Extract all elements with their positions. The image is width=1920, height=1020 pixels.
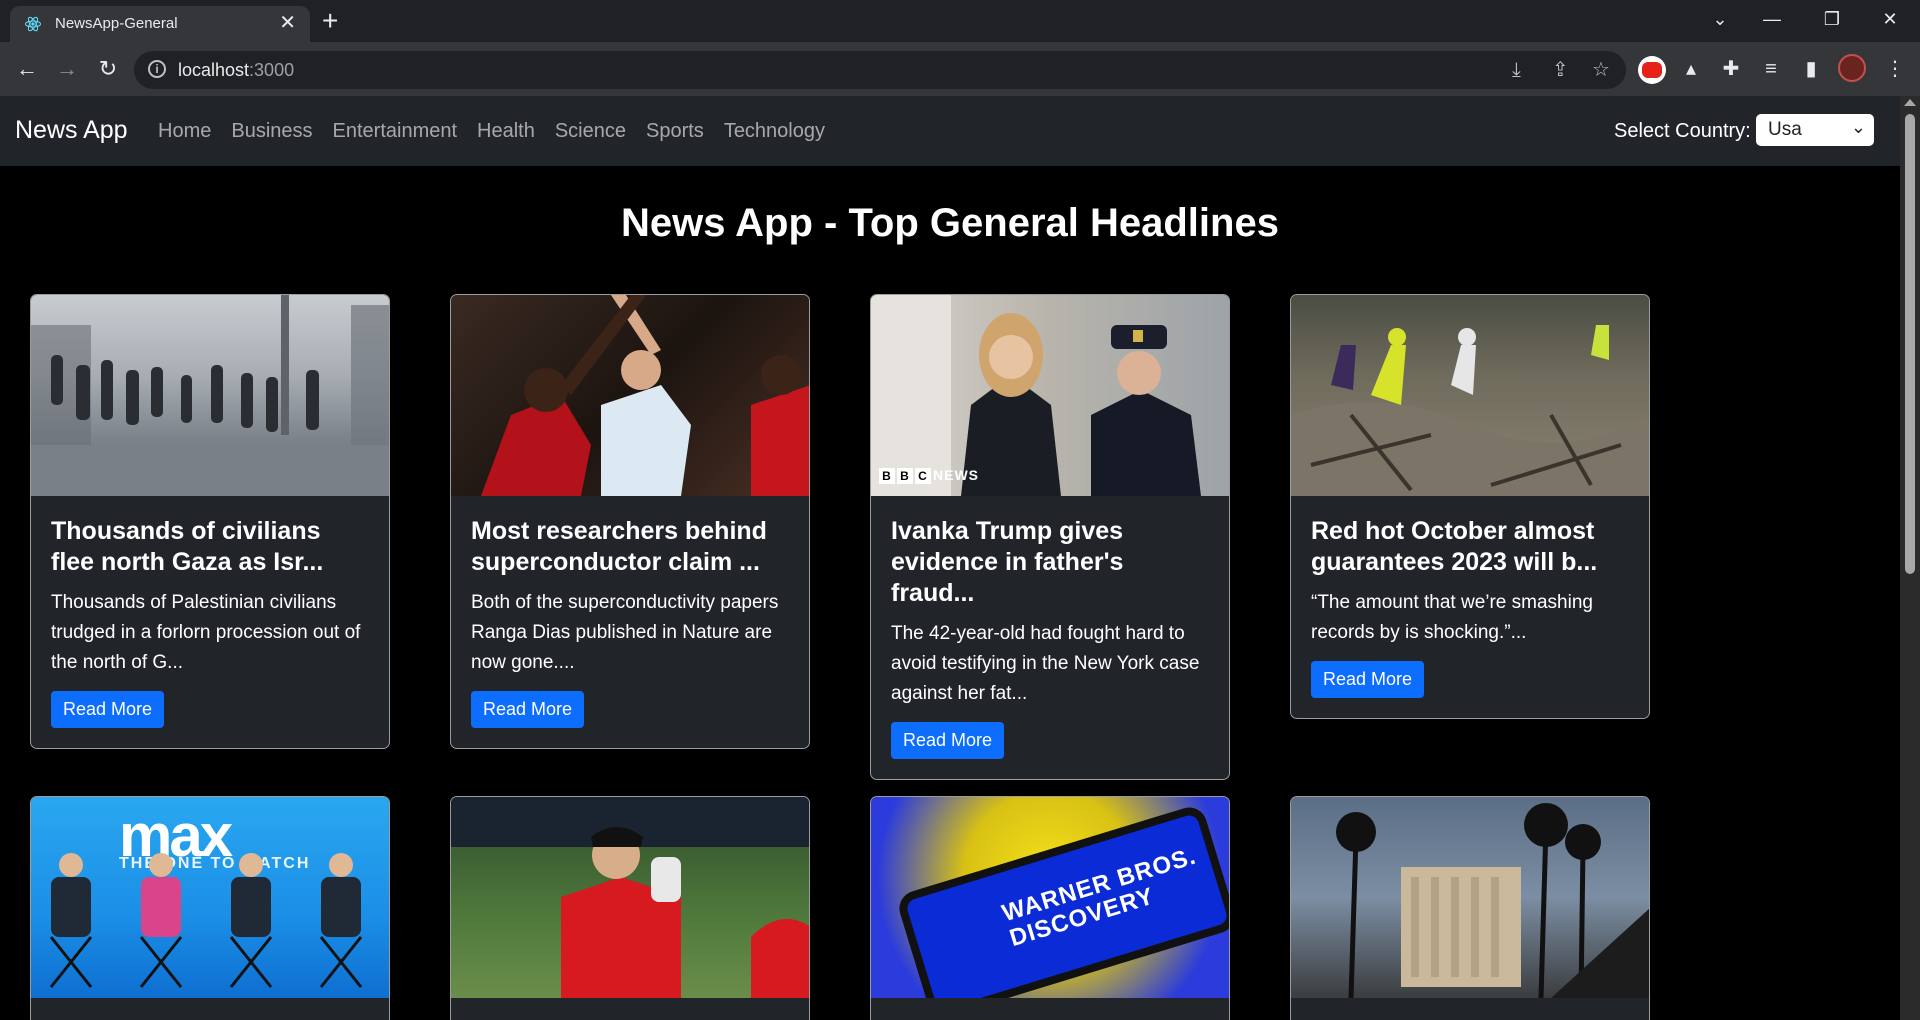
info-icon[interactable]: i [148, 60, 166, 78]
basketball-illustration [481, 295, 809, 496]
news-card-body: Red hot October almost guarantees 2023 w… [1291, 496, 1649, 718]
minimize-icon[interactable]: — [1752, 4, 1792, 34]
news-card-image: WARNER BROS. DISCOVERY [871, 797, 1229, 998]
baseball-illustration [451, 797, 809, 998]
url-host: localhost [178, 60, 250, 80]
news-card-body: Thousands of civilians flee north Gaza a… [31, 496, 389, 748]
news-card: max THE ONE TO WATCH [30, 796, 390, 1020]
country-select[interactable]: Usa ⌄ [1756, 114, 1874, 146]
news-card: WARNER BROS. DISCOVERY [870, 796, 1230, 1020]
news-card-image [1291, 295, 1649, 496]
nav-link-sports[interactable]: Sports [646, 120, 704, 143]
brand-link[interactable]: News App [15, 116, 128, 145]
nav-link-entertainment[interactable]: Entertainment [333, 120, 458, 143]
back-icon[interactable]: ← [12, 54, 42, 84]
flood-illustration [1291, 325, 1649, 496]
news-card-description: “The amount that we’re smashing records … [1311, 592, 1593, 643]
react-favicon-icon [24, 16, 42, 32]
crowd-illustration [31, 295, 389, 496]
forward-icon[interactable]: → [52, 54, 82, 84]
news-card: Red hot October almost guarantees 2023 w… [1290, 294, 1650, 719]
address-bar[interactable]: i localhost:3000 ⤓ ⇪ ☆ [134, 51, 1626, 89]
close-tab-icon[interactable]: ✕ [279, 11, 296, 35]
nav-link-technology[interactable]: Technology [724, 120, 825, 143]
news-card-image [1291, 797, 1649, 998]
bbc-news-watermark: B B C NEWS [879, 467, 979, 484]
star-icon[interactable]: ☆ [1592, 58, 1610, 82]
new-tab-icon[interactable]: + [322, 6, 338, 36]
news-card-title: Red hot October almost guarantees 2023 w… [1311, 517, 1598, 576]
extension-icon[interactable]: ▴ [1676, 56, 1706, 82]
warner-bros-logo-text: WARNER BROS. DISCOVERY [998, 842, 1200, 953]
page-viewport: News App Home Business Entertainment Hea… [0, 96, 1900, 1020]
news-card-description: Both of the superconductivity papers Ran… [471, 592, 779, 673]
browser-tab-strip: NewsApp-General ✕ + ⌄ — ❐ ✕ [0, 0, 1920, 42]
news-card-description: Thousands of Palestinian civilians trudg… [51, 592, 361, 673]
news-card-image [451, 797, 809, 998]
read-more-button[interactable]: Read More [891, 722, 1005, 759]
press-photo-illustration [871, 295, 1201, 496]
nav-link-science[interactable]: Science [555, 120, 626, 143]
news-card: Most researchers behind superconductor c… [450, 294, 810, 749]
tab-title: NewsApp-General [55, 15, 178, 32]
menu-icon[interactable]: ⋮ [1880, 56, 1910, 82]
window-close-icon[interactable]: ✕ [1870, 4, 1910, 34]
youtube-extension-icon[interactable] [1638, 56, 1666, 84]
news-card [1290, 796, 1650, 1020]
scrollbar-thumb[interactable] [1905, 114, 1915, 574]
country-select-value: Usa [1768, 119, 1802, 140]
news-card-title: Ivanka Trump gives evidence in father's … [891, 517, 1124, 607]
install-icon[interactable]: ⤓ [1512, 58, 1521, 82]
restore-icon[interactable]: ❐ [1812, 4, 1852, 34]
read-more-button[interactable]: Read More [471, 691, 585, 728]
scroll-up-icon[interactable] [1904, 99, 1916, 106]
browser-toolbar: ← → ↻ i localhost:3000 ⤓ ⇪ ☆ ▴ ✚ ≡ ▮ ⋮ [0, 42, 1920, 96]
chevron-down-icon: ⌄ [1850, 117, 1866, 137]
news-card-description: The 42-year-old had fought hard to avoid… [891, 623, 1200, 704]
media-icon[interactable]: ≡ [1756, 56, 1786, 82]
news-card-image: max THE ONE TO WATCH [31, 797, 389, 998]
browser-tab[interactable]: NewsApp-General ✕ [10, 6, 310, 42]
news-card-title: Thousands of civilians flee north Gaza a… [51, 517, 324, 576]
news-card [450, 796, 810, 1020]
puzzle-icon[interactable]: ✚ [1716, 56, 1746, 82]
read-more-button[interactable]: Read More [51, 691, 165, 728]
site-navbar: News App Home Business Entertainment Hea… [0, 96, 1900, 166]
news-card-image [451, 295, 809, 496]
news-card-image [31, 295, 389, 496]
nav-link-business[interactable]: Business [231, 120, 312, 143]
nav-links: Home Business Entertainment Health Scien… [158, 120, 825, 143]
panel-illustration [49, 853, 363, 988]
news-card: B B C NEWS Ivanka Trump gives evidence in f… [870, 294, 1230, 780]
news-card-title: Most researchers behind superconductor c… [471, 517, 767, 576]
url-port: :3000 [249, 60, 295, 80]
sidepanel-icon[interactable]: ▮ [1796, 56, 1826, 82]
news-card-image: B B C NEWS [871, 295, 1229, 496]
news-card-body: Ivanka Trump gives evidence in father's … [871, 496, 1229, 779]
page-scrollbar[interactable] [1900, 96, 1920, 1020]
phone-illustration: WARNER BROS. DISCOVERY [894, 803, 1229, 998]
share-icon[interactable]: ⇪ [1552, 58, 1569, 82]
country-label: Select Country: [1614, 120, 1751, 142]
url-text[interactable]: localhost:3000 [178, 60, 294, 81]
news-card-body: Most researchers behind superconductor c… [451, 496, 809, 748]
page-title: News App - Top General Headlines [621, 201, 1279, 245]
nav-link-home[interactable]: Home [158, 120, 211, 143]
news-card: Thousands of civilians flee north Gaza a… [30, 294, 390, 749]
profile-avatar[interactable] [1838, 54, 1866, 82]
reload-icon[interactable]: ↻ [93, 54, 123, 84]
tab-search-icon[interactable]: ⌄ [1700, 4, 1740, 34]
read-more-button[interactable]: Read More [1311, 661, 1425, 698]
vegas-illustration [1336, 803, 1649, 998]
nav-link-health[interactable]: Health [477, 120, 535, 143]
